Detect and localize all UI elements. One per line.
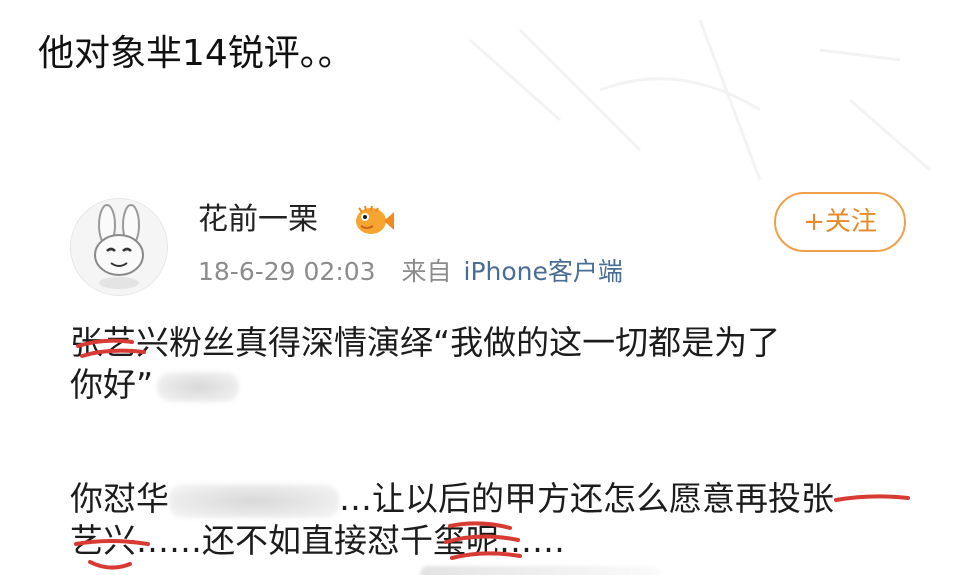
- paragraph-2-line-2: 艺兴……还不如直接怼千玺呢……: [70, 521, 565, 560]
- bottom-watermark: [420, 566, 660, 575]
- follow-button[interactable]: +关注: [774, 192, 906, 252]
- paragraph-2-line-1-start: 你怼华: [70, 479, 169, 518]
- user-avatar[interactable]: [70, 198, 168, 296]
- paragraph-1-line-2: 你好”: [70, 364, 930, 406]
- username[interactable]: 花前一栗: [198, 200, 318, 240]
- bunny-avatar-icon: [71, 199, 167, 295]
- paragraph-2-line-1: 你怼华 …让以后的甲方还怎么愿意再投张: [70, 478, 930, 520]
- post-paragraph-2: 你怼华 …让以后的甲方还怎么愿意再投张 艺兴……还不如直接怼千玺呢……: [70, 478, 930, 562]
- blurred-redaction: [157, 371, 240, 402]
- post-meta: 18-6-29 02:03 来自 iPhone客户端: [198, 254, 623, 290]
- weibo-post-card: 花前一栗 18-6-29 02:03 来自 iPhone客户端 +关注 张艺兴粉…: [0, 186, 974, 575]
- post-paragraph-1: 张艺兴粉丝真得深情演绎“我做的这一切都是为了 你好”: [70, 322, 930, 406]
- paragraph-1-line-2-text: 你好”: [70, 365, 154, 404]
- post-caption: 他对象芈14锐评。。: [38, 33, 354, 74]
- screenshot-page: 他对象芈14锐评。。 花前一栗 18-6-29 02:03 来自 iPhone客…: [0, 0, 974, 575]
- paragraph-1-line-1: 张艺兴粉丝真得深情演绎“我做的这一切都是为了: [70, 323, 781, 362]
- blurred-redaction: [169, 483, 339, 518]
- puffer-fish-badge-icon: [353, 204, 395, 238]
- client-link[interactable]: iPhone客户端: [464, 257, 623, 286]
- paragraph-2-line-1-end: …让以后的甲方还怎么愿意再投张: [339, 479, 834, 518]
- post-timestamp: 18-6-29 02:03: [198, 257, 376, 286]
- source-prefix: 来自: [401, 257, 452, 286]
